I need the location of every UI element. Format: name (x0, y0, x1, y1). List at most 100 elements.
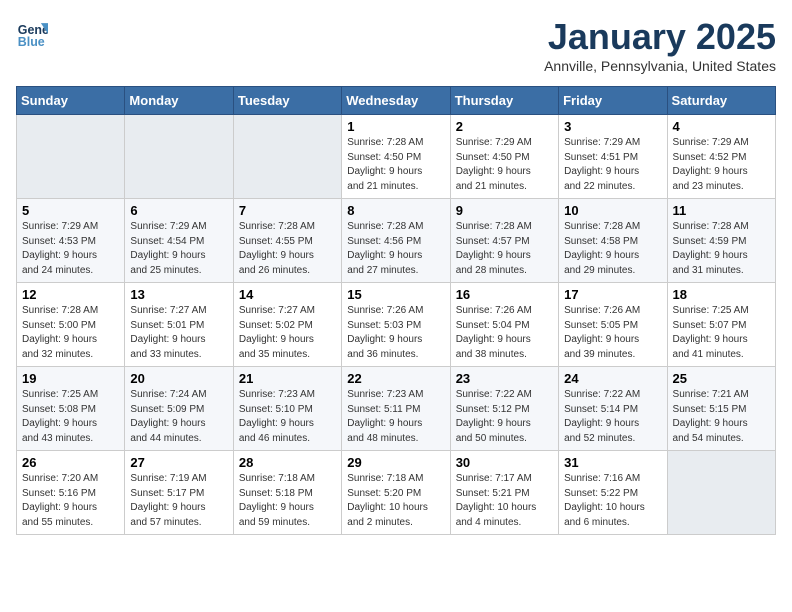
logo: General Blue (16, 16, 48, 48)
day-number: 28 (239, 455, 336, 470)
weekday-header-row: SundayMondayTuesdayWednesdayThursdayFrid… (17, 87, 776, 115)
calendar-cell: 15 Sunrise: 7:26 AM Sunset: 5:03 PM Dayli… (342, 283, 450, 367)
day-info: Sunrise: 7:27 AM Sunset: 5:02 PM Dayligh… (239, 304, 336, 362)
day-number: 23 (456, 371, 553, 386)
weekday-header-tuesday: Tuesday (233, 87, 341, 115)
day-info: Sunrise: 7:19 AM Sunset: 5:17 PM Dayligh… (130, 472, 227, 530)
calendar-cell: 20 Sunrise: 7:24 AM Sunset: 5:09 PM Dayli… (125, 367, 233, 451)
day-number: 1 (347, 119, 444, 134)
day-number: 21 (239, 371, 336, 386)
calendar-cell: 19Sunrise: 7:25 AM Sunset: 5:08 PM Dayli… (17, 367, 125, 451)
calendar-cell: 2 Sunrise: 7:29 AM Sunset: 4:50 PM Daylig… (450, 115, 558, 199)
day-info: Sunrise: 7:25 AM Sunset: 5:07 PM Dayligh… (673, 304, 770, 362)
logo-icon: General Blue (16, 16, 48, 48)
day-info: Sunrise: 7:28 AM Sunset: 4:59 PM Dayligh… (673, 220, 770, 278)
calendar-cell: 13 Sunrise: 7:27 AM Sunset: 5:01 PM Dayli… (125, 283, 233, 367)
day-number: 6 (130, 203, 227, 218)
day-number: 10 (564, 203, 661, 218)
day-info: Sunrise: 7:28 AM Sunset: 4:57 PM Dayligh… (456, 220, 553, 278)
calendar-cell (17, 115, 125, 199)
calendar-week-4: 19Sunrise: 7:25 AM Sunset: 5:08 PM Dayli… (17, 367, 776, 451)
day-info: Sunrise: 7:29 AM Sunset: 4:50 PM Dayligh… (456, 136, 553, 194)
day-number: 8 (347, 203, 444, 218)
day-info: Sunrise: 7:28 AM Sunset: 5:00 PM Dayligh… (22, 304, 119, 362)
day-info: Sunrise: 7:23 AM Sunset: 5:11 PM Dayligh… (347, 388, 444, 446)
day-info: Sunrise: 7:24 AM Sunset: 5:09 PM Dayligh… (130, 388, 227, 446)
day-number: 26 (22, 455, 119, 470)
day-number: 14 (239, 287, 336, 302)
day-number: 16 (456, 287, 553, 302)
day-number: 17 (564, 287, 661, 302)
day-info: Sunrise: 7:21 AM Sunset: 5:15 PM Dayligh… (673, 388, 770, 446)
day-number: 11 (673, 203, 770, 218)
calendar-cell: 29 Sunrise: 7:18 AM Sunset: 5:20 PM Dayli… (342, 451, 450, 535)
day-info: Sunrise: 7:18 AM Sunset: 5:18 PM Dayligh… (239, 472, 336, 530)
day-number: 12 (22, 287, 119, 302)
calendar-cell (125, 115, 233, 199)
calendar-cell: 1 Sunrise: 7:28 AM Sunset: 4:50 PM Daylig… (342, 115, 450, 199)
calendar-week-1: 1 Sunrise: 7:28 AM Sunset: 4:50 PM Daylig… (17, 115, 776, 199)
day-number: 2 (456, 119, 553, 134)
calendar-cell: 11 Sunrise: 7:28 AM Sunset: 4:59 PM Dayli… (667, 199, 775, 283)
month-title: January 2025 (544, 16, 776, 58)
calendar-cell: 28 Sunrise: 7:18 AM Sunset: 5:18 PM Dayli… (233, 451, 341, 535)
calendar-cell: 6 Sunrise: 7:29 AM Sunset: 4:54 PM Daylig… (125, 199, 233, 283)
calendar-cell (233, 115, 341, 199)
page-header: General Blue January 2025 Annville, Penn… (16, 16, 776, 74)
calendar-week-3: 12 Sunrise: 7:28 AM Sunset: 5:00 PM Dayli… (17, 283, 776, 367)
day-number: 31 (564, 455, 661, 470)
day-info: Sunrise: 7:29 AM Sunset: 4:54 PM Dayligh… (130, 220, 227, 278)
day-info: Sunrise: 7:18 AM Sunset: 5:20 PM Dayligh… (347, 472, 444, 530)
day-info: Sunrise: 7:20 AM Sunset: 5:16 PM Dayligh… (22, 472, 119, 530)
weekday-header-sunday: Sunday (17, 87, 125, 115)
day-info: Sunrise: 7:28 AM Sunset: 4:58 PM Dayligh… (564, 220, 661, 278)
day-info: Sunrise: 7:26 AM Sunset: 5:05 PM Dayligh… (564, 304, 661, 362)
title-area: January 2025 Annville, Pennsylvania, Uni… (544, 16, 776, 74)
day-info: Sunrise: 7:28 AM Sunset: 4:50 PM Dayligh… (347, 136, 444, 194)
weekday-header-friday: Friday (559, 87, 667, 115)
calendar-cell: 21Sunrise: 7:23 AM Sunset: 5:10 PM Dayli… (233, 367, 341, 451)
day-info: Sunrise: 7:27 AM Sunset: 5:01 PM Dayligh… (130, 304, 227, 362)
day-number: 9 (456, 203, 553, 218)
weekday-header-thursday: Thursday (450, 87, 558, 115)
weekday-header-saturday: Saturday (667, 87, 775, 115)
day-number: 7 (239, 203, 336, 218)
day-number: 5 (22, 203, 119, 218)
day-number: 24 (564, 371, 661, 386)
day-number: 19 (22, 371, 119, 386)
calendar-cell: 17 Sunrise: 7:26 AM Sunset: 5:05 PM Dayli… (559, 283, 667, 367)
day-info: Sunrise: 7:22 AM Sunset: 5:12 PM Dayligh… (456, 388, 553, 446)
day-number: 20 (130, 371, 227, 386)
day-info: Sunrise: 7:22 AM Sunset: 5:14 PM Dayligh… (564, 388, 661, 446)
calendar-cell: 22 Sunrise: 7:23 AM Sunset: 5:11 PM Dayli… (342, 367, 450, 451)
day-number: 29 (347, 455, 444, 470)
day-number: 27 (130, 455, 227, 470)
location-subtitle: Annville, Pennsylvania, United States (544, 58, 776, 74)
day-info: Sunrise: 7:28 AM Sunset: 4:56 PM Dayligh… (347, 220, 444, 278)
weekday-header-wednesday: Wednesday (342, 87, 450, 115)
day-number: 30 (456, 455, 553, 470)
day-info: Sunrise: 7:28 AM Sunset: 4:55 PM Dayligh… (239, 220, 336, 278)
day-number: 13 (130, 287, 227, 302)
day-number: 18 (673, 287, 770, 302)
day-number: 15 (347, 287, 444, 302)
calendar-cell: 26 Sunrise: 7:20 AM Sunset: 5:16 PM Dayli… (17, 451, 125, 535)
calendar-cell: 23 Sunrise: 7:22 AM Sunset: 5:12 PM Dayli… (450, 367, 558, 451)
day-info: Sunrise: 7:26 AM Sunset: 5:03 PM Dayligh… (347, 304, 444, 362)
svg-text:Blue: Blue (18, 35, 45, 48)
day-number: 22 (347, 371, 444, 386)
day-info: Sunrise: 7:29 AM Sunset: 4:52 PM Dayligh… (673, 136, 770, 194)
calendar-cell (667, 451, 775, 535)
calendar-cell: 31Sunrise: 7:16 AM Sunset: 5:22 PM Dayli… (559, 451, 667, 535)
calendar-cell: 10 Sunrise: 7:28 AM Sunset: 4:58 PM Dayli… (559, 199, 667, 283)
day-number: 4 (673, 119, 770, 134)
calendar-cell: 14 Sunrise: 7:27 AM Sunset: 5:02 PM Dayli… (233, 283, 341, 367)
day-info: Sunrise: 7:29 AM Sunset: 4:51 PM Dayligh… (564, 136, 661, 194)
calendar-cell: 27 Sunrise: 7:19 AM Sunset: 5:17 PM Dayli… (125, 451, 233, 535)
calendar-cell: 7 Sunrise: 7:28 AM Sunset: 4:55 PM Daylig… (233, 199, 341, 283)
day-info: Sunrise: 7:26 AM Sunset: 5:04 PM Dayligh… (456, 304, 553, 362)
calendar-cell: 3Sunrise: 7:29 AM Sunset: 4:51 PM Daylig… (559, 115, 667, 199)
weekday-header-monday: Monday (125, 87, 233, 115)
calendar-cell: 18 Sunrise: 7:25 AM Sunset: 5:07 PM Dayli… (667, 283, 775, 367)
calendar-cell: 9 Sunrise: 7:28 AM Sunset: 4:57 PM Daylig… (450, 199, 558, 283)
